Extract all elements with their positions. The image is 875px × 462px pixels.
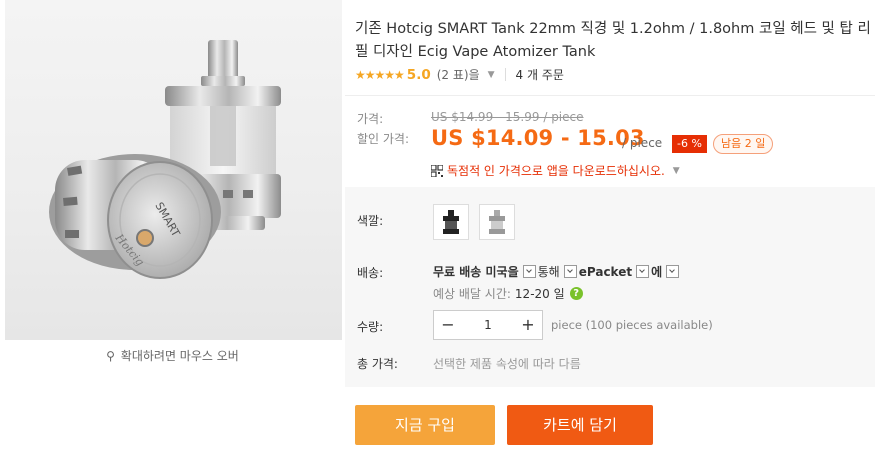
magnifier-icon: ⚲ [106,349,115,363]
chevron-down-icon[interactable]: ▼ [673,166,680,176]
qr-code-icon [431,164,443,177]
price-section: 가격: US $14.99 - 15.99 / piece 할인 가격: US … [345,95,875,188]
shipping-label: 배송: [357,266,384,280]
country-dropdown[interactable] [522,265,536,278]
quantity-input[interactable]: 1 [462,311,514,339]
discount-percent-badge: -6 % [672,135,707,153]
discount-price: US $14.09 - 15.03 [431,126,645,150]
help-icon[interactable]: ? [569,287,583,300]
product-details: 기존 Hotcig SMART Tank 22mm 직경 및 1.2ohm / … [345,0,875,462]
total-price-value: 선택한 제품 속성에 따라 다름 [433,357,581,371]
original-price-label: 가격: [357,112,384,126]
vape-tank-illustration: SMART Hotcig [49,40,281,279]
color-label: 색깔: [357,214,384,228]
shipping-method: ePacket [578,264,633,279]
buy-now-button[interactable]: 지금 구입 [355,405,495,445]
product-title: 기존 Hotcig SMART Tank 22mm 직경 및 1.2ohm / … [355,21,871,60]
time-left-badge: 남음 2 일 [713,134,774,154]
shipping-selector: 무료 배송 미국을 통해 ePacket 에 [433,263,681,280]
shipping-via-text: 통해 [537,265,560,279]
chevron-down-icon[interactable]: ▼ [488,70,495,80]
order-count: 4 개 주문 [515,68,564,82]
stock-available: piece (100 pieces available) [551,318,713,332]
decrease-button[interactable]: − [434,311,462,339]
quantity-stepper: − 1 + [433,310,543,340]
add-to-cart-button[interactable]: 카트에 담기 [507,405,653,445]
eta-label: 예상 배달 시간: [433,287,511,301]
shipping-suffix: 에 [651,265,663,279]
per-piece-unit: / piece [622,136,663,150]
rating-stars: ★★★★★ [355,67,405,82]
divider [504,68,506,81]
original-price: US $14.99 - 15.99 / piece [431,110,584,124]
shipping-more-dropdown[interactable] [666,265,680,278]
zoom-hint-text: 확대하려면 마우스 오버 [120,349,239,363]
shipping-free-text: 무료 배송 미국을 [433,265,519,279]
quantity-label: 수량: [357,320,384,334]
silver-tank-thumbnail [489,210,505,234]
product-options: 색깔: 배송: 무료 배송 미국을 통해 ePacket 에 예상 배달 시간:… [345,187,875,387]
product-image[interactable]: SMART Hotcig [5,0,342,340]
review-count-link[interactable]: (2 표)을 [437,66,480,83]
increase-button[interactable]: + [514,311,542,339]
delivery-estimate: 예상 배달 시간: 12-20 일 ? [433,285,583,302]
rating-row: ★★★★★ 5.0 (2 표)을 ▼ 4 개 주문 [355,66,564,83]
app-promo-link[interactable]: 독점적 인 가격으로 앱을 다운로드하십시오. ▼ [431,162,680,179]
color-swatch-silver[interactable] [479,204,515,240]
product-gallery: SMART Hotcig ⚲ 확대하려면 마우스 오버 [0,0,345,462]
method-dropdown[interactable] [563,265,577,278]
app-promo-text: 독점적 인 가격으로 앱을 다운로드하십시오. [447,164,665,178]
eta-days: 12-20 일 [514,287,565,301]
total-price-label: 총 가격: [357,357,398,371]
black-tank-thumbnail [443,210,459,234]
rating-score: 5.0 [406,66,431,83]
method-dropdown-arrow[interactable] [636,265,650,278]
zoom-hint: ⚲ 확대하려면 마우스 오버 [0,347,345,364]
color-swatch-black[interactable] [433,204,469,240]
discount-price-label: 할인 가격: [357,132,410,146]
